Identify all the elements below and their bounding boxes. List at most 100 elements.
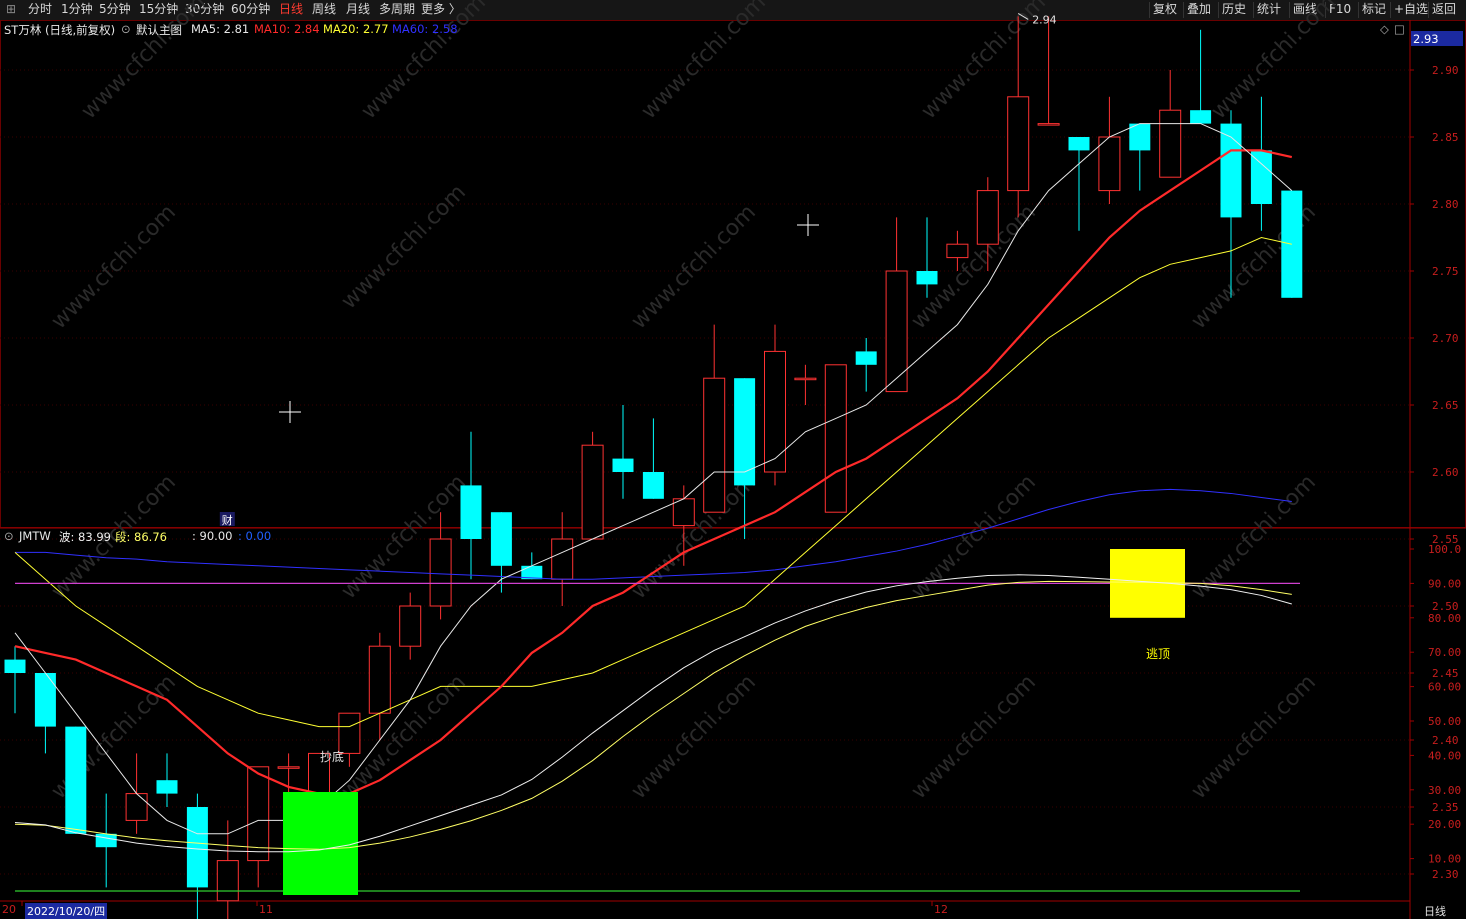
indicator-tick: 60.00: [1428, 681, 1461, 694]
price-tick: 2.65: [1432, 399, 1459, 412]
template-icon[interactable]: ⊙: [121, 22, 131, 36]
month-label-12: 12: [934, 903, 948, 916]
watermark: www.cfchi.com: [1207, 0, 1341, 124]
watermark: www.cfchi.com: [907, 670, 1041, 804]
candle-body-down: [460, 485, 482, 539]
chart-canvas: 2.902.852.802.752.702.652.602.552.502.45…: [0, 0, 1466, 919]
candle-body-up: [1007, 96, 1030, 192]
candle-body-up: [1037, 123, 1060, 126]
price-tick: 2.45: [1432, 667, 1459, 680]
candle-body-up: [794, 377, 817, 381]
watermark: www.cfchi.com: [627, 200, 761, 334]
candle-body-down: [186, 807, 208, 888]
month-label-11: 11: [259, 903, 273, 916]
price-tick: 2.35: [1432, 801, 1459, 814]
candle-body-down: [1068, 137, 1090, 151]
candle-body-up: [399, 605, 422, 647]
candle-body-up: [581, 444, 604, 540]
candle-body-up: [824, 364, 847, 513]
candle-body-up: [429, 538, 452, 607]
candle-body-down: [642, 472, 664, 499]
candle-body-up: [1098, 136, 1121, 192]
ma-legend-3: MA60: 2.58: [392, 22, 458, 36]
indicator-tick: 40.00: [1428, 749, 1461, 762]
indicator-tick: 70.00: [1428, 646, 1461, 659]
candle-body-down: [612, 458, 634, 472]
candle-body-down: [156, 780, 178, 794]
watermark: www.cfchi.com: [337, 180, 471, 314]
candle-body-down: [1190, 110, 1212, 124]
segment-value: 段: 86.76: [115, 530, 167, 544]
indicator-tick: 100.0: [1428, 543, 1461, 556]
candle-body-down: [490, 512, 512, 566]
stock-title: ST万林 (日线,前复权): [4, 23, 116, 37]
watermark: www.cfchi.com: [907, 470, 1041, 604]
indicator-tick: 90.00: [1428, 577, 1461, 590]
candle-body-down: [1129, 123, 1151, 151]
indicator-icon[interactable]: ⊙: [4, 529, 14, 543]
candle-body-up: [247, 766, 270, 862]
line0-value: : 0.00: [238, 529, 272, 543]
top-signal-label: 逃顶: [1146, 647, 1170, 661]
price-tick: 2.60: [1432, 466, 1459, 479]
expand-icon[interactable]: □: [1394, 22, 1405, 36]
template-label[interactable]: 默认主图: [136, 22, 182, 38]
price-tick: 2.30: [1432, 868, 1459, 881]
candle-body-up: [976, 190, 999, 245]
price-tick: 2.85: [1432, 131, 1459, 144]
watermark: www.cfchi.com: [627, 670, 761, 804]
candle-body-down: [95, 833, 117, 848]
date-cursor: 2022/10/20/四: [25, 903, 108, 919]
finance-marker: 财: [222, 513, 233, 527]
price-tick: 2.90: [1432, 64, 1459, 77]
candle-body-down: [34, 673, 56, 727]
candle-body-down: [1250, 150, 1272, 204]
candle-body-up: [885, 270, 908, 393]
line90-value: : 90.00: [192, 529, 233, 543]
price-tick: 2.70: [1432, 332, 1459, 345]
indicator-tick: 10.00: [1428, 853, 1461, 866]
wave-value: 波: 83.99: [59, 530, 111, 544]
price-tag: 2.93: [1413, 32, 1439, 46]
candle-body-up: [338, 712, 361, 754]
candle-body-up: [551, 538, 574, 580]
price-tick: 2.80: [1432, 198, 1459, 211]
indicator-tick: 50.00: [1428, 715, 1461, 728]
candle-body-up: [368, 645, 391, 714]
watermark: www.cfchi.com: [637, 0, 771, 124]
bottom-signal-label: 抄底: [320, 749, 344, 764]
candle-body-up: [672, 498, 695, 527]
indicator-tick: 30.00: [1428, 784, 1461, 797]
indicator-name[interactable]: JMTW: [19, 529, 51, 543]
period-label[interactable]: 日线: [1424, 903, 1446, 919]
watermark: www.cfchi.com: [77, 0, 211, 124]
candle-body-up: [216, 860, 239, 902]
watermark: www.cfchi.com: [917, 0, 1051, 124]
candle-body-down: [65, 726, 87, 834]
candle-body-up: [125, 793, 148, 821]
candle-body-down: [855, 351, 877, 365]
watermark: www.cfchi.com: [47, 200, 181, 334]
candle-body-up: [277, 766, 300, 769]
candle-body-down: [916, 271, 938, 285]
ma-legend-2: MA20: 2.77: [323, 22, 389, 36]
indicator-tick: 80.00: [1428, 612, 1461, 625]
bottom-signal-bar: [283, 792, 358, 895]
candle-body-down: [1220, 123, 1242, 218]
watermark: www.cfchi.com: [357, 0, 491, 124]
price-tick: 2.40: [1432, 734, 1459, 747]
diamond-icon[interactable]: ◇: [1380, 22, 1389, 36]
ma-legend-1: MA10: 2.84: [254, 22, 320, 36]
high-label: 2.94: [1032, 13, 1057, 26]
candle-body-down: [734, 378, 756, 486]
candle-body-down: [4, 659, 26, 673]
indicator-tick: 20.00: [1428, 818, 1461, 831]
ma-legend-0: MA5: 2.81: [191, 22, 250, 36]
month-label-20: 20: [2, 903, 16, 916]
candle-body-up: [764, 350, 786, 473]
watermark: www.cfchi.com: [1187, 670, 1321, 804]
candle-body-up: [946, 243, 969, 259]
price-tick: 2.75: [1432, 265, 1459, 278]
candle-body-up: [703, 377, 726, 513]
candle-body-up: [1159, 109, 1182, 178]
